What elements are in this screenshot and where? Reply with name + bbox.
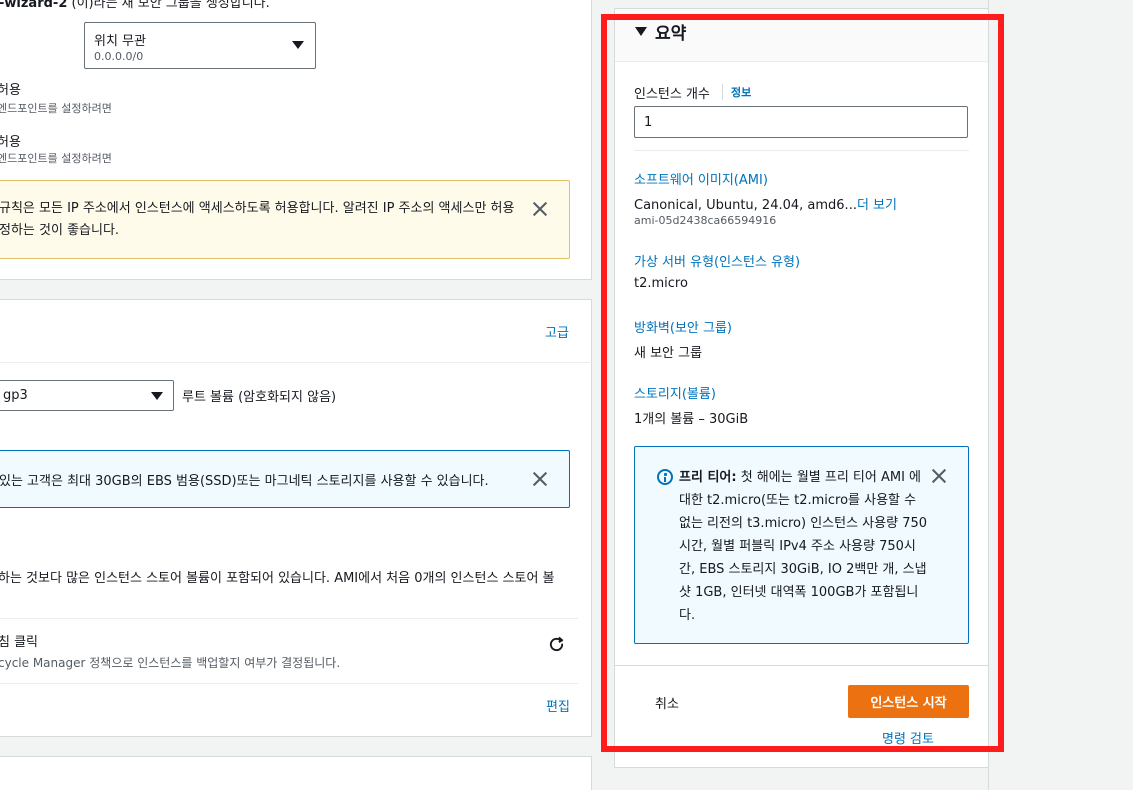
divider <box>615 665 988 666</box>
ami-more-link[interactable]: 더 보기 <box>857 198 897 213</box>
divider <box>634 150 969 151</box>
instance-count-input[interactable]: 1 <box>634 106 968 138</box>
storage-label[interactable]: 스토리지(볼륨) <box>634 383 716 402</box>
free-tier-storage-info: 있는 고객은 최대 30GB의 EBS 범용(SSD)또는 마그네틱 스토리지를… <box>0 450 570 508</box>
divider <box>0 362 590 363</box>
divider <box>722 84 723 100</box>
volume-type-select[interactable]: gp3 <box>0 380 174 411</box>
cancel-button[interactable]: 취소 <box>655 693 679 712</box>
allow-https-label: 허용 <box>0 83 21 98</box>
page: -wizard-2 (이)라는 새 보안 그룹을 생성합니다. 위치 무관 0.… <box>0 0 1133 790</box>
root-volume-label: 루트 볼륨 (암호화되지 않음) <box>182 390 337 405</box>
close-icon[interactable] <box>532 471 548 487</box>
info-link[interactable]: 정보 <box>731 84 751 100</box>
summary-title: 요약 <box>655 24 687 44</box>
firewall-label[interactable]: 방화벽(보안 그룹) <box>634 317 732 336</box>
refresh-icon[interactable] <box>548 636 565 653</box>
ami-label[interactable]: 소프트웨어 이미지(AMI) <box>634 169 768 188</box>
free-tier-info-box: 프리 티어: 첫 해에는 월별 프리 티어 AMI 에 대한 t2.micro(… <box>634 446 969 644</box>
warning-line-1: 규칙은 모든 IP 주소에서 인스턴스에 액세스하도록 허용합니다. 알려진 I… <box>0 201 515 216</box>
source-type-value: 위치 무관 <box>94 34 146 49</box>
storage-value: 1개의 볼륨 – 30GiB <box>634 412 749 427</box>
caret-down-icon <box>635 27 647 36</box>
security-group-note: -wizard-2 (이)라는 새 보안 그룹을 생성합니다. <box>0 0 270 11</box>
allow-http-label: 허용 <box>0 135 21 150</box>
allow-http-desc: 엔드포인트를 설정하려면 <box>0 152 112 165</box>
free-tier-storage-text: 있는 고객은 최대 30GB의 EBS 범용(SSD)또는 마그네틱 스토리지를… <box>0 474 489 489</box>
divider <box>0 683 578 684</box>
caret-down-icon <box>151 392 163 400</box>
instance-count-value: 1 <box>644 115 653 130</box>
info-icon <box>657 469 673 485</box>
free-tier-text: 프리 티어: 첫 해에는 월별 프리 티어 AMI 에 대한 t2.micro(… <box>679 470 928 623</box>
instance-type-value: t2.micro <box>634 276 688 291</box>
ami-id: ami-05d2438ca66594916 <box>634 214 777 227</box>
instance-store-note: 하는 것보다 많은 인스턴스 스토어 볼륨이 포함되어 있습니다. AMI에서 … <box>0 571 555 586</box>
backup-desc: cycle Manager 정책으로 인스턴스를 백업할지 여부가 결정됩니다. <box>0 656 341 670</box>
firewall-value: 새 보안 그룹 <box>634 346 703 361</box>
backup-title: 침 클릭 <box>0 635 39 650</box>
advanced-link[interactable]: 고급 <box>545 322 569 341</box>
storage-panel <box>0 299 592 737</box>
instance-count-label: 인스턴스 개수 <box>634 87 710 102</box>
volume-type-value: gp3 <box>3 388 28 403</box>
ami-value: Canonical, Ubuntu, 24.04, amd6...더 보기 <box>634 198 897 213</box>
close-icon[interactable] <box>931 468 947 484</box>
edit-link[interactable]: 편집 <box>546 696 570 715</box>
summary-panel: 요약 인스턴스 개수 정보 1 소프트웨어 이미지(AMI) Canonical… <box>614 8 989 768</box>
instance-type-label[interactable]: 가상 서버 유형(인스턴스 유형) <box>634 251 800 270</box>
advanced-details-panel <box>0 756 592 790</box>
summary-header[interactable]: 요약 <box>615 9 988 62</box>
open-access-warning: 규칙은 모든 IP 주소에서 인스턴스에 액세스하도록 허용합니다. 알려진 I… <box>0 180 570 259</box>
allow-https-desc: 엔드포인트를 설정하려면 <box>0 102 112 115</box>
close-icon[interactable] <box>532 201 548 217</box>
source-type-select[interactable]: 위치 무관 0.0.0.0/0 <box>84 22 316 69</box>
caret-down-icon <box>292 41 304 49</box>
launch-instance-button[interactable]: 인스턴스 시작 <box>848 685 969 718</box>
review-commands-link[interactable]: 명령 검토 <box>882 728 934 747</box>
warning-line-2: 정하는 것이 좋습니다. <box>0 223 120 238</box>
source-type-cidr: 0.0.0.0/0 <box>94 50 144 63</box>
divider <box>0 618 578 619</box>
